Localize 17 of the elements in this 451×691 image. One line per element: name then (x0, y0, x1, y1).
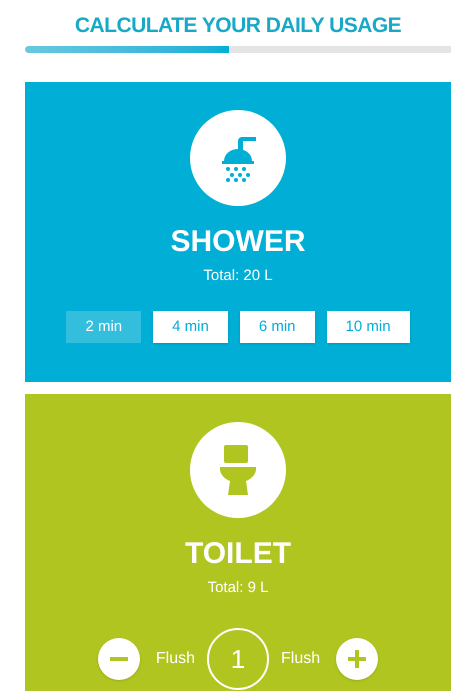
minus-button[interactable] (98, 638, 140, 680)
plus-icon (348, 650, 366, 668)
category-title: TOILET (184, 536, 292, 572)
category-total: Total: 20 L (203, 266, 273, 286)
category-total: Total: 9 L (208, 578, 268, 598)
plus-button[interactable] (336, 638, 378, 680)
counter-label: Flush (281, 649, 320, 669)
page-title: CALCULATE YOUR DAILY USAGE (74, 13, 402, 39)
minus-icon (110, 657, 128, 661)
duration-option[interactable]: 10 min (326, 311, 410, 343)
counter-value: 1 (207, 628, 269, 690)
toilet-icon (218, 443, 258, 497)
duration-option[interactable]: 2 min (66, 311, 142, 343)
duration-option[interactable]: 4 min (153, 311, 228, 343)
duration-option[interactable]: 6 min (240, 311, 315, 343)
category-title: SHOWER (170, 224, 306, 260)
counter-label: Flush (156, 649, 195, 669)
